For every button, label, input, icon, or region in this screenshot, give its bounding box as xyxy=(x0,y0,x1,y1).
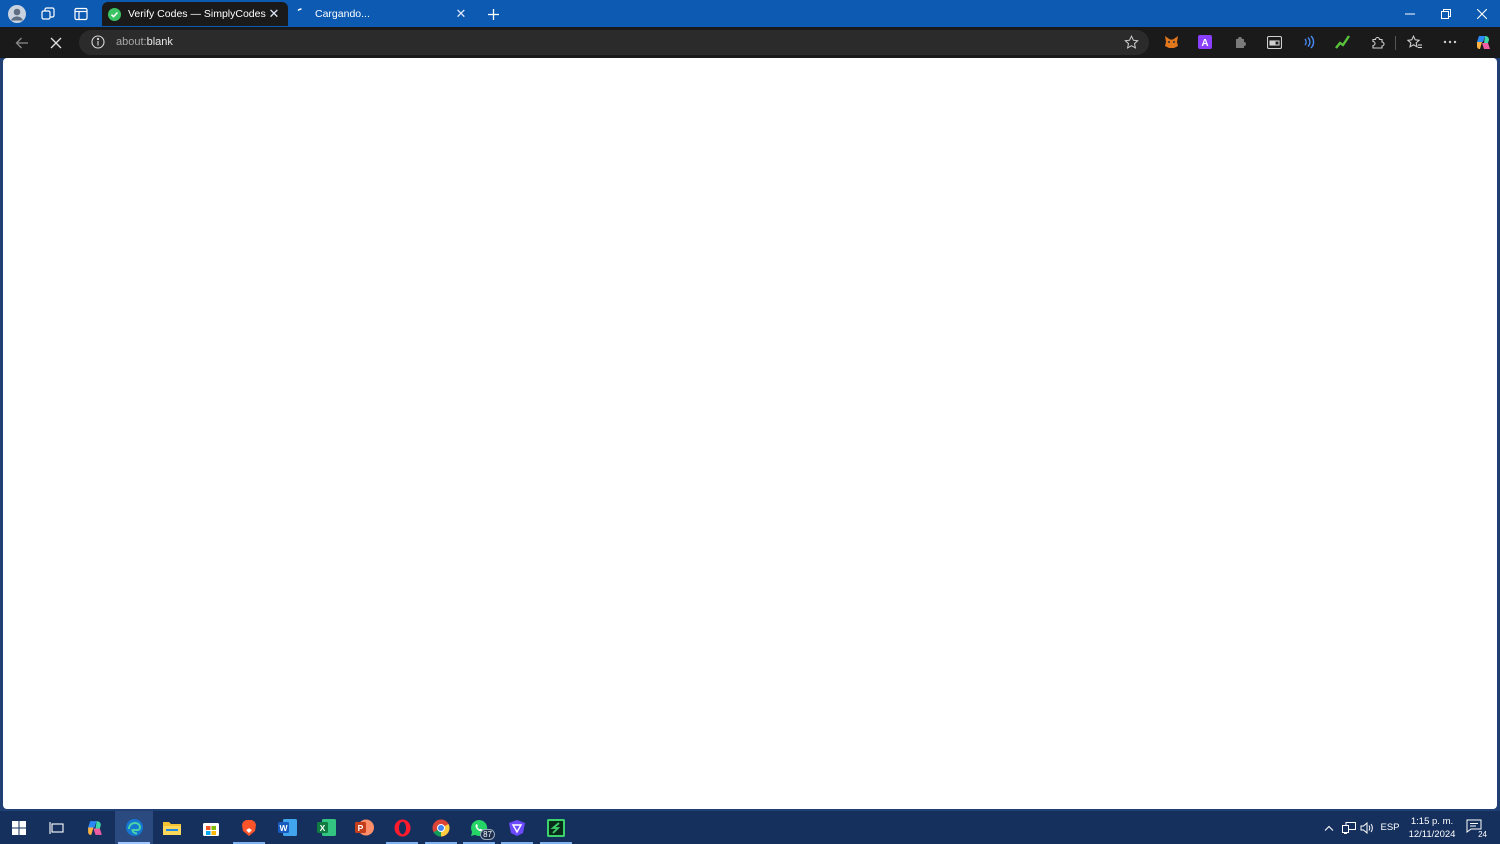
browser-tab-strip: Verify Codes — SimplyCodes ✕ Cargando...… xyxy=(0,0,1500,27)
back-button[interactable] xyxy=(10,31,34,55)
input-language-indicator[interactable]: ESP xyxy=(1378,811,1402,844)
url-path: blank xyxy=(146,36,173,48)
svg-text:P: P xyxy=(357,823,363,833)
address-url[interactable]: about:blank xyxy=(116,36,173,48)
file-explorer-icon[interactable] xyxy=(153,811,191,844)
extensions-icon[interactable] xyxy=(1368,33,1386,51)
windows-taskbar: W X P 87 ESP 1:15 p. m. 12/11/2024 24 xyxy=(0,811,1500,844)
task-view-icon[interactable] xyxy=(37,811,75,844)
workspaces-icon[interactable] xyxy=(38,4,58,24)
start-button[interactable] xyxy=(0,811,38,844)
picture-in-picture-icon[interactable] xyxy=(1265,33,1283,51)
tab-title: Cargando... xyxy=(315,8,370,20)
excel-app-icon[interactable]: X xyxy=(307,811,345,844)
show-hidden-icons-chevron-icon[interactable] xyxy=(1320,811,1338,844)
green-extension-icon[interactable] xyxy=(1333,33,1351,51)
whatsapp-app-icon[interactable]: 87 xyxy=(460,811,498,844)
edge-app-icon[interactable] xyxy=(115,811,153,844)
svg-text:A: A xyxy=(1201,38,1208,49)
whatsapp-unread-badge: 87 xyxy=(480,829,495,840)
restore-button[interactable] xyxy=(1428,0,1464,27)
svg-text:X: X xyxy=(319,823,325,833)
tab-verify-codes[interactable]: Verify Codes — SimplyCodes ✕ xyxy=(102,2,288,26)
clock-date: 12/11/2024 xyxy=(1408,829,1456,840)
stop-loading-button[interactable] xyxy=(44,31,68,55)
simplycodes-favicon-icon xyxy=(108,7,121,21)
simplycodes-app-icon[interactable] xyxy=(537,811,575,844)
close-tab-icon[interactable]: ✕ xyxy=(453,6,469,22)
favorites-icon[interactable] xyxy=(1406,33,1424,51)
svg-text:W: W xyxy=(279,823,288,833)
address-bar[interactable]: about:blank xyxy=(79,30,1149,55)
read-aloud-extension-icon[interactable] xyxy=(1299,33,1317,51)
close-window-button[interactable] xyxy=(1464,0,1500,27)
site-info-icon[interactable] xyxy=(91,35,105,49)
network-icon[interactable] xyxy=(1339,811,1359,844)
more-options-icon[interactable] xyxy=(1441,33,1459,51)
powerpoint-app-icon[interactable]: P xyxy=(345,811,383,844)
favorite-star-icon[interactable] xyxy=(1124,35,1139,50)
new-tab-button[interactable] xyxy=(483,4,503,24)
profile-avatar-icon[interactable] xyxy=(7,4,27,24)
volume-icon[interactable] xyxy=(1358,811,1376,844)
metamask-extension-icon[interactable] xyxy=(1162,33,1180,51)
brave-app-icon[interactable] xyxy=(230,811,268,844)
copilot-app-icon[interactable] xyxy=(76,811,114,844)
close-tab-icon[interactable]: ✕ xyxy=(266,6,282,22)
browser-toolbar: about:blank A xyxy=(0,27,1500,58)
word-app-icon[interactable]: W xyxy=(268,811,306,844)
url-scheme: about: xyxy=(116,36,147,48)
tab-title: Verify Codes — SimplyCodes xyxy=(128,8,266,20)
system-clock[interactable]: 1:15 p. m. 12/11/2024 xyxy=(1404,815,1460,841)
tab-loading[interactable]: Cargando... ✕ xyxy=(289,2,475,26)
vertical-tabs-icon[interactable] xyxy=(71,4,91,24)
toolbar-separator xyxy=(1395,36,1396,50)
page-content-area[interactable] xyxy=(3,58,1497,809)
minimize-button[interactable] xyxy=(1392,0,1428,27)
notification-count: 24 xyxy=(1477,830,1488,839)
notification-center-icon[interactable]: 24 xyxy=(1466,819,1488,839)
puzzle-grey-extension-icon[interactable] xyxy=(1231,33,1249,51)
clock-time: 1:15 p. m. xyxy=(1410,816,1454,827)
loading-spinner-icon xyxy=(295,7,308,21)
chrome-app-icon[interactable] xyxy=(422,811,460,844)
opera-app-icon[interactable] xyxy=(383,811,421,844)
copilot-icon[interactable] xyxy=(1474,33,1492,51)
a-extension-icon[interactable]: A xyxy=(1196,33,1214,51)
microsoft-store-icon[interactable] xyxy=(192,811,230,844)
proton-vpn-app-icon[interactable] xyxy=(498,811,536,844)
